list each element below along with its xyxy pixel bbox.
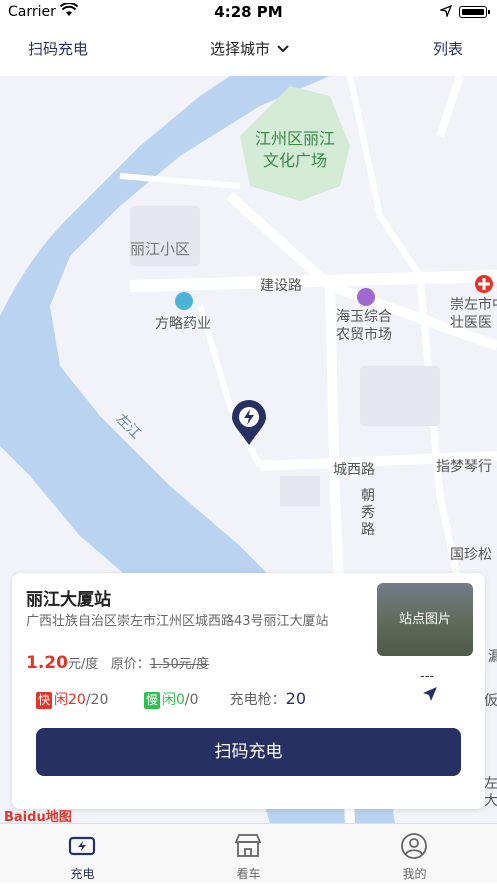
original-price: 1.50元/度	[149, 657, 210, 672]
station-card[interactable]: 丽江大厦站 广西壮族自治区崇左市江州区城西路43号丽江大厦站 1.20元/度 原…	[12, 573, 485, 809]
tab-bar: 充电 看车 我的	[0, 823, 497, 883]
map-label-zhimeng: 指梦琴行	[436, 459, 492, 475]
map-label-market: 海玉综合 农贸市场	[336, 309, 392, 343]
city-selector[interactable]: 选择城市	[210, 38, 289, 59]
map-label-edge3: 左 大	[484, 776, 497, 809]
navigate-icon[interactable]	[422, 686, 438, 706]
slow-idle-label: 闲	[161, 692, 176, 708]
map-label-community: 丽江小区	[130, 240, 191, 258]
pharmacy-icon	[175, 292, 193, 310]
market-icon	[357, 288, 375, 306]
station-photo[interactable]: 站点图片	[377, 583, 473, 656]
current-price: 1.20	[26, 653, 68, 673]
charging-icon	[68, 836, 96, 856]
user-icon	[401, 833, 427, 859]
map-label-road-jianshe: 建设路	[260, 278, 302, 294]
clock: 4:28 PM	[214, 3, 283, 21]
fast-tag: 快	[36, 692, 52, 709]
tab-profile-label: 我的	[402, 867, 427, 881]
map-label-edge1: 漏	[488, 649, 497, 665]
scan-charge-link[interactable]: 扫码充电	[28, 38, 88, 59]
station-photo-label: 站点图片	[377, 583, 473, 656]
status-bar: Carrier 4:28 PM	[0, 0, 497, 24]
map-label-edge2: 仮	[484, 693, 497, 709]
map-label-park: 江州区丽江 文化广场	[255, 129, 336, 170]
station-marker[interactable]	[231, 400, 267, 446]
location-arrow-icon	[438, 4, 453, 21]
station-name: 丽江大厦站	[26, 590, 111, 610]
charging-pin-icon	[232, 400, 266, 445]
city-selector-label: 选择城市	[210, 40, 271, 58]
fast-free-count: 20	[68, 692, 86, 708]
map-label-pharmacy: 方略药业	[155, 316, 211, 332]
tab-profile[interactable]: 我的	[332, 824, 497, 884]
gun-label: 充电枪：	[229, 692, 286, 708]
list-link[interactable]: 列表	[433, 38, 463, 59]
charger-availability: 快闲20/20 慢闲0/0 充电枪：20	[36, 689, 306, 709]
map-label-road-chaoxiu: 朝 秀 路	[361, 488, 375, 538]
map-label-road-chengxi: 城西路	[333, 462, 375, 478]
tab-cars[interactable]: 看车	[166, 824, 331, 884]
top-nav-bar: 扫码充电 选择城市 列表	[0, 24, 497, 76]
battery-icon	[459, 6, 490, 18]
price-unit: 元/度	[67, 657, 99, 672]
fast-total: /20	[85, 692, 109, 708]
chevron-down-icon	[277, 45, 289, 53]
map-label-hospital: 崇左市中 壮医医	[450, 297, 497, 331]
slow-free-count: 0	[175, 692, 185, 708]
map-label-guozhen: 国珍松	[450, 547, 492, 563]
gun-count: 20	[285, 689, 307, 708]
store-icon	[234, 834, 262, 857]
station-price: 1.20元/度 原价：1.50元/度	[26, 653, 209, 673]
station-address: 广西壮族自治区崇左市江州区城西路43号丽江大厦站	[26, 614, 329, 629]
tab-cars-label: 看车	[236, 867, 261, 881]
scan-charge-button[interactable]: 扫码充电	[36, 728, 461, 776]
original-price-label: 原价：	[110, 657, 150, 672]
slow-tag: 慢	[143, 692, 160, 709]
fast-idle-label: 闲	[54, 692, 68, 708]
distance-text: ---	[420, 669, 435, 684]
tab-charging[interactable]: 充电	[0, 824, 165, 884]
slow-total: /0	[184, 692, 199, 708]
tab-charging-label: 充电	[70, 867, 95, 881]
